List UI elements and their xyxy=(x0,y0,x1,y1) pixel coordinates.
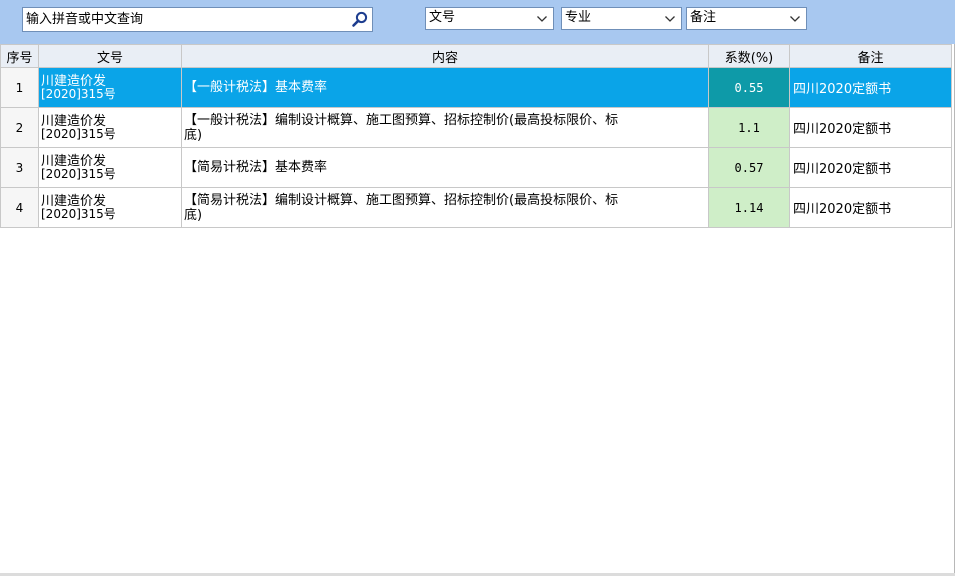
table-row[interactable]: 3 川建造价发 [2020]315号 【简易计税法】基本费率 0.57 四川20… xyxy=(0,147,952,188)
row-wenhao: 川建造价发 [2020]315号 xyxy=(38,187,182,228)
row-wenhao-line1: 川建造价发 xyxy=(41,73,107,89)
row-wenhao-line1: 川建造价发 xyxy=(41,113,107,129)
row-content-line1: 【一般计税法】基本费率 xyxy=(184,80,328,95)
row-wenhao-line2: [2020]315号 xyxy=(41,86,116,101)
row-content: 【简易计税法】编制设计概算、施工图预算、招标控制价(最高投标限价、标 底) xyxy=(181,187,709,228)
search-icon[interactable] xyxy=(351,11,369,28)
row-wenhao: 川建造价发 [2020]315号 xyxy=(38,107,182,148)
col-header-wenhao[interactable]: 文号 xyxy=(38,44,182,68)
chevron-down-icon xyxy=(537,16,547,22)
row-note: 四川2020定额书 xyxy=(789,107,952,148)
beizhu-filter-dropdown[interactable]: 备注 xyxy=(686,7,807,30)
row-content-line2: 底) xyxy=(184,207,203,223)
search-input[interactable] xyxy=(26,9,346,30)
row-note: 四川2020定额书 xyxy=(789,147,952,188)
zhuanye-filter-value: 专业 xyxy=(565,10,592,25)
filter-toolbar: 文号 专业 备注 xyxy=(0,0,955,44)
search-box xyxy=(22,7,373,32)
col-header-content[interactable]: 内容 xyxy=(181,44,709,68)
col-header-note[interactable]: 备注 xyxy=(789,44,952,68)
row-content-line1: 【简易计税法】基本费率 xyxy=(184,160,328,175)
row-content-line2: 底) xyxy=(184,127,203,143)
row-wenhao-line2: [2020]315号 xyxy=(41,126,116,141)
row-content-line1: 【一般计税法】编制设计概算、施工图预算、招标控制价(最高投标限价、标 xyxy=(184,112,619,128)
chevron-down-icon xyxy=(665,16,675,22)
row-wenhao-line2: [2020]315号 xyxy=(41,166,116,181)
chevron-down-icon xyxy=(790,16,800,22)
row-content: 【简易计税法】基本费率 xyxy=(181,147,709,188)
row-wenhao: 川建造价发 [2020]315号 xyxy=(38,67,182,108)
row-content-line1: 【简易计税法】编制设计概算、施工图预算、招标控制价(最高投标限价、标 xyxy=(184,192,619,208)
wenhao-filter-value: 文号 xyxy=(429,10,456,25)
row-wenhao-line2: [2020]315号 xyxy=(41,206,116,221)
row-seq: 3 xyxy=(0,147,39,188)
table-row[interactable]: 1 川建造价发 [2020]315号 【一般计税法】基本费率 0.55 四川20… xyxy=(0,67,952,108)
rate-table: 序号 文号 内容 系数(%) 备注 1 川建造价发 [2020]315号 【一般… xyxy=(0,44,952,228)
wenhao-filter-dropdown[interactable]: 文号 xyxy=(425,7,554,30)
beizhu-filter-value: 备注 xyxy=(690,10,717,25)
table-row[interactable]: 4 川建造价发 [2020]315号 【简易计税法】编制设计概算、施工图预算、招… xyxy=(0,187,952,228)
rate-table-panel: 序号 文号 内容 系数(%) 备注 1 川建造价发 [2020]315号 【一般… xyxy=(0,44,955,576)
row-seq: 2 xyxy=(0,107,39,148)
col-header-seq[interactable]: 序号 xyxy=(0,44,39,68)
row-wenhao-line1: 川建造价发 xyxy=(41,193,107,209)
row-coefficient[interactable]: 0.57 xyxy=(708,147,790,188)
row-coefficient[interactable]: 1.14 xyxy=(708,187,790,228)
row-note: 四川2020定额书 xyxy=(789,67,952,108)
row-content: 【一般计税法】编制设计概算、施工图预算、招标控制价(最高投标限价、标 底) xyxy=(181,107,709,148)
table-row[interactable]: 2 川建造价发 [2020]315号 【一般计税法】编制设计概算、施工图预算、招… xyxy=(0,107,952,148)
zhuanye-filter-dropdown[interactable]: 专业 xyxy=(561,7,682,30)
row-note: 四川2020定额书 xyxy=(789,187,952,228)
row-wenhao: 川建造价发 [2020]315号 xyxy=(38,147,182,188)
row-coefficient[interactable]: 1.1 xyxy=(708,107,790,148)
row-seq: 4 xyxy=(0,187,39,228)
col-header-coefficient[interactable]: 系数(%) xyxy=(708,44,790,68)
table-header-row: 序号 文号 内容 系数(%) 备注 xyxy=(0,44,952,68)
row-seq: 1 xyxy=(0,67,39,108)
row-coefficient[interactable]: 0.55 xyxy=(708,67,790,108)
row-wenhao-line1: 川建造价发 xyxy=(41,153,107,169)
row-content: 【一般计税法】基本费率 xyxy=(181,67,709,108)
